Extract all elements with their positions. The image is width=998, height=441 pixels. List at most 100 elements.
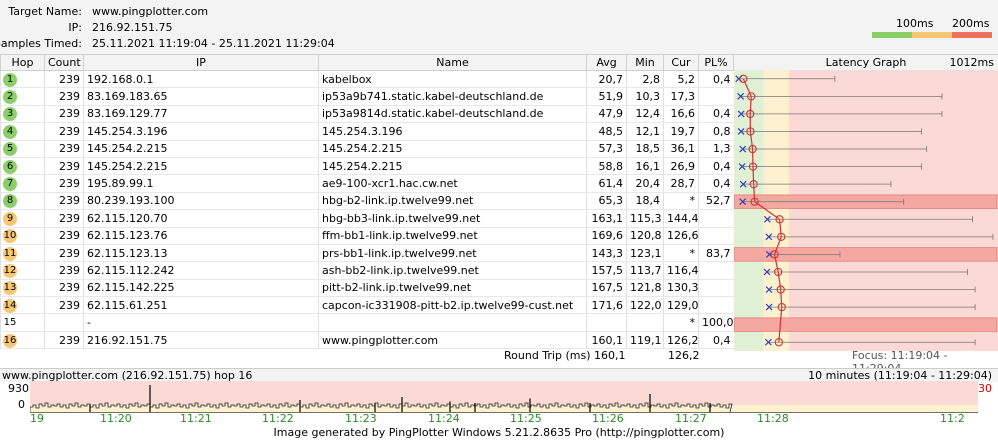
hop-min: 12,4 [626, 105, 664, 124]
table-row[interactable]: 10 239 62.115.123.76 ffm-bb1-link.ip.twelve… [0, 227, 998, 245]
hop-count: 239 [44, 227, 84, 245]
hop-count: 239 [44, 331, 84, 350]
hop-avg: 58,8 [586, 157, 627, 176]
timeline-tick-label: 11:24 [428, 412, 460, 425]
hop-avg: 61,4 [586, 174, 627, 193]
hop-pl [698, 87, 734, 106]
hop-cell: 12 [0, 261, 45, 280]
target-name-label: Target Name: [8, 5, 82, 18]
hop-pl: 1,3 [698, 140, 734, 158]
hop-pl [698, 209, 734, 228]
hop-badge: 4 [3, 124, 17, 139]
ip-label: IP: [68, 21, 82, 34]
hop-ip: 145.254.2.215 [83, 157, 319, 176]
table-row[interactable]: 11 239 62.115.123.13 prs-bb1-link.ip.twelve… [0, 244, 998, 263]
hop-ip: 62.115.120.70 [83, 209, 319, 228]
timeline-panel[interactable]: www.pingplotter.com (216.92.151.75) hop … [0, 368, 998, 428]
table-row[interactable]: 6 239 145.254.2.215 145.254.2.215 58,8 16,1 26… [0, 157, 998, 176]
hop-cur: 28,7 [663, 174, 699, 193]
hop-ip: 83.169.129.77 [83, 105, 319, 124]
target-name-value: www.pingplotter.com [92, 5, 209, 18]
round-trip-label: Round Trip (ms) [504, 349, 591, 362]
hop-ip: 83.169.183.65 [83, 87, 319, 106]
col-count[interactable]: Count [44, 54, 84, 71]
hop-ip: 195.89.99.1 [83, 174, 319, 193]
hop-cur: 5,2 [663, 70, 699, 89]
latency-graph-cell [734, 105, 998, 122]
hop-avg: 20,7 [586, 70, 627, 89]
hop-name [318, 313, 587, 332]
table-row[interactable]: 1 239 192.168.0.1 kabelbox 20,7 2,8 5,2 0,4 [0, 70, 998, 89]
hop-pl [698, 279, 734, 298]
latency-graph-cell [734, 71, 998, 88]
table-row[interactable]: 12 239 62.115.112.242 ash-bb2-link.ip.twelv… [0, 261, 998, 280]
hop-cur: 116,4 [663, 261, 699, 280]
hop-badge: 16 [3, 333, 17, 348]
hop-pl: 0,4 [698, 331, 734, 350]
hop-pl: 0,4 [698, 70, 734, 89]
col-avg[interactable]: Avg [586, 54, 627, 71]
hop-ip: 145.254.2.215 [83, 140, 319, 158]
hop-ip: 62.115.142.225 [83, 279, 319, 298]
table-row[interactable]: 14 239 62.115.61.251 capcon-ic331908-pitt-b… [0, 296, 998, 315]
col-cur[interactable]: Cur [663, 54, 699, 71]
table-row[interactable]: 7 239 195.89.99.1 ae9-100-xcr1.hac.cw.net 61… [0, 174, 998, 193]
hop-count: 239 [44, 209, 84, 228]
col-latency-graph[interactable]: Latency Graph 1012ms [733, 54, 998, 71]
table-row[interactable]: 2 239 83.169.183.65 ip53a9b741.static.kabel… [0, 87, 998, 106]
hop-pl: 0,4 [698, 174, 734, 193]
table-row[interactable]: 8 239 80.239.193.100 hbg-b2-link.ip.twelve9… [0, 192, 998, 211]
hop-avg: 171,6 [586, 296, 627, 315]
hop-cell: 15 [0, 313, 45, 332]
hop-count [44, 313, 84, 332]
table-row[interactable]: 15 - * 100,0 [0, 313, 998, 332]
hop-badge: 5 [3, 142, 17, 157]
hop-min: 18,5 [626, 140, 664, 158]
hop-count: 239 [44, 140, 84, 158]
hop-min: 122,0 [626, 296, 664, 315]
hop-badge: 3 [3, 107, 17, 122]
table-row[interactable]: 5 239 145.254.2.215 145.254.2.215 57,3 18,5 36… [0, 140, 998, 158]
hop-avg: 169,6 [586, 227, 627, 245]
hop-name: hbg-b2-link.ip.twelve99.net [318, 192, 587, 211]
col-hop[interactable]: Hop [0, 54, 45, 71]
hop-pl: 0,8 [698, 122, 734, 141]
table-row[interactable]: 16 239 216.92.151.75 www.pingplotter.com 160… [0, 331, 998, 350]
hop-badge: 14 [3, 298, 17, 313]
timeline-tick-label: 11:25 [510, 412, 542, 425]
hop-avg [586, 313, 627, 332]
col-pl[interactable]: PL% [698, 54, 734, 71]
timeline-bg-bad [30, 381, 978, 405]
latency-graph-cell [734, 123, 998, 140]
table-row[interactable]: 4 239 145.254.3.196 145.254.3.196 48,5 12,1 19… [0, 122, 998, 141]
hop-cell: 3 [0, 105, 45, 124]
timeline-tick-label: 11:28 [757, 412, 789, 425]
table-row[interactable]: 9 239 62.115.120.70 hbg-bb3-link.ip.twelve9… [0, 209, 998, 228]
hop-count: 239 [44, 87, 84, 106]
hop-cell: 11 [0, 244, 45, 263]
latency-graph-cell [734, 210, 998, 227]
hop-pl [698, 296, 734, 315]
hop-avg: 160,1 [586, 331, 627, 350]
hop-cur: * [663, 244, 699, 263]
hop-min: 10,3 [626, 87, 664, 106]
hop-min: 18,4 [626, 192, 664, 211]
col-ip[interactable]: IP [83, 54, 319, 71]
col-name[interactable]: Name [318, 54, 587, 71]
hop-cell: 13 [0, 279, 45, 298]
scale-100ms-label: 100ms [896, 17, 934, 30]
latency-graph-cell [734, 192, 998, 209]
hop-cur: 16,6 [663, 105, 699, 124]
hop-name: kabelbox [318, 70, 587, 89]
hop-min: 20,4 [626, 174, 664, 193]
hop-cell: 6 [0, 157, 45, 176]
hop-badge: 7 [3, 177, 17, 192]
timeline-chart [30, 381, 978, 413]
hop-avg: 65,3 [586, 192, 627, 211]
scale-bad-bar [952, 32, 992, 38]
table-row[interactable]: 13 239 62.115.142.225 pitt-b2-link.ip.twelv… [0, 279, 998, 298]
hop-ip: 80.239.193.100 [83, 192, 319, 211]
hop-min: 121,8 [626, 279, 664, 298]
col-min[interactable]: Min [626, 54, 664, 71]
table-row[interactable]: 3 239 83.169.129.77 ip53a9814d.static.kabel… [0, 105, 998, 124]
